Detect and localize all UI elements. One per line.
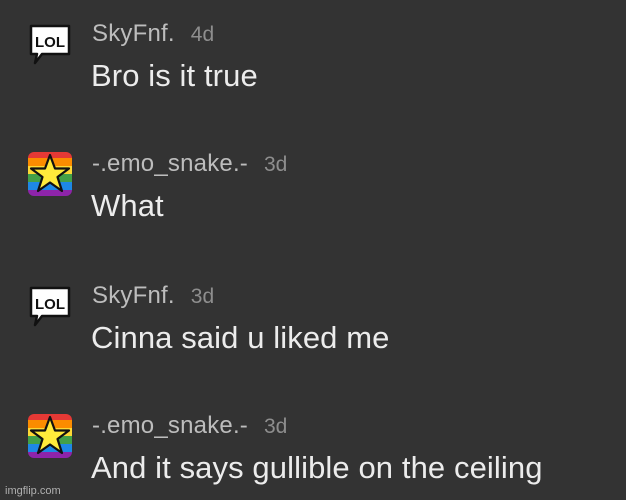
username[interactable]: -.emo_snake.- (92, 412, 248, 439)
timestamp: 3d (190, 285, 215, 308)
comment-text: And it says gullible on the ceiling (91, 450, 543, 485)
timestamp: 4d (190, 23, 215, 46)
timestamp: 3d (264, 415, 288, 438)
comment-header: -.emo_snake.- 3d (92, 412, 287, 440)
lol-badge-icon: LOL (29, 286, 71, 327)
comment-header: SkyFnf. 4d (92, 20, 214, 48)
comment-text: Bro is it true (91, 58, 258, 93)
comment-text: Cinna said u liked me (91, 320, 390, 355)
svg-text:LOL: LOL (35, 296, 65, 313)
avatar[interactable]: LOL (26, 20, 74, 68)
avatar[interactable]: LOL (26, 282, 74, 330)
timestamp: 3d (264, 153, 288, 176)
svg-text:LOL: LOL (35, 34, 65, 51)
comment-header: SkyFnf. 3d (92, 282, 214, 310)
avatar[interactable] (26, 412, 74, 460)
avatar[interactable] (26, 150, 74, 198)
rainbow-star-icon (28, 414, 72, 458)
rainbow-star-icon (28, 152, 72, 196)
username[interactable]: SkyFnf. (92, 282, 175, 309)
username[interactable]: SkyFnf. (92, 20, 175, 47)
username[interactable]: -.emo_snake.- (92, 150, 248, 177)
comment-text: What (91, 188, 164, 223)
lol-badge-icon: LOL (29, 24, 71, 65)
comment-header: -.emo_snake.- 3d (92, 150, 287, 178)
watermark: imgflip.com (5, 485, 61, 497)
